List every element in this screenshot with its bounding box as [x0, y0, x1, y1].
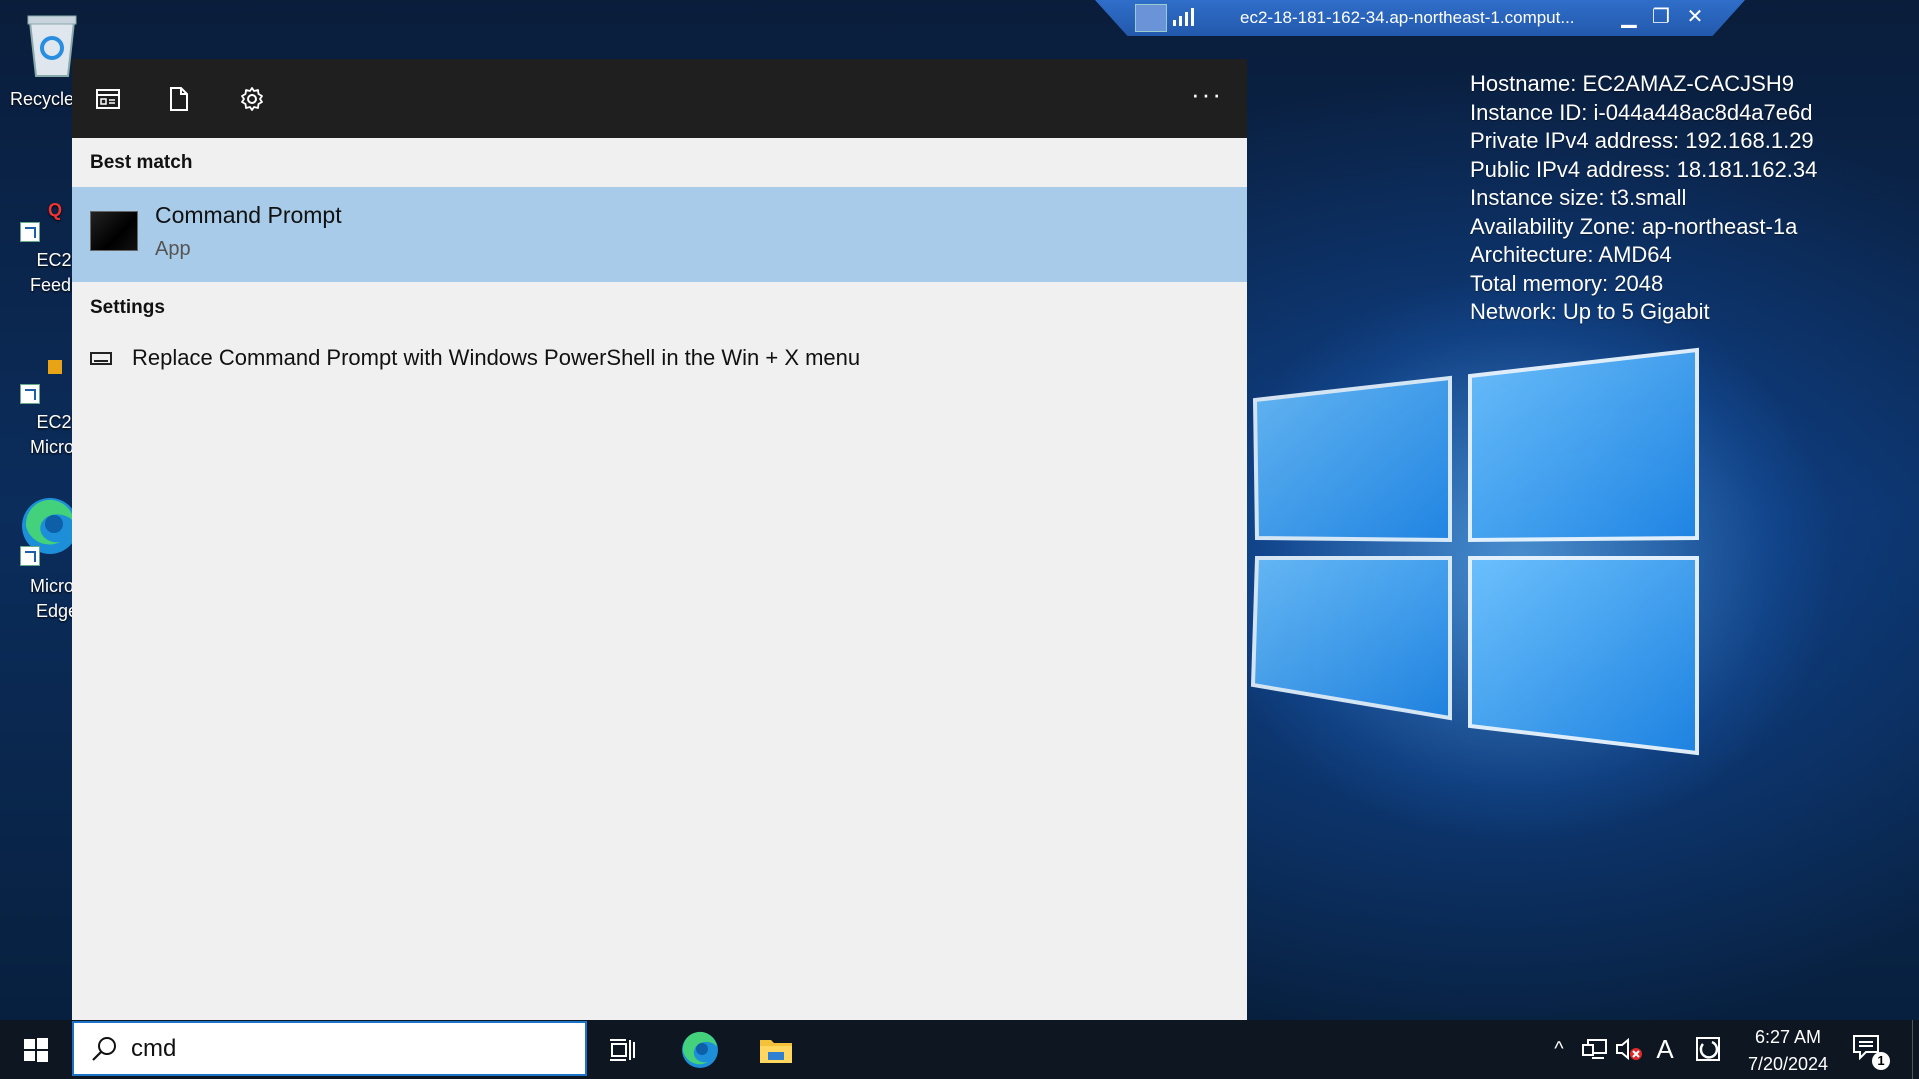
connection-signal-icon	[1173, 8, 1194, 26]
rdp-minimize-button[interactable]: ▁	[1615, 4, 1643, 30]
result-type: App	[155, 238, 191, 260]
system-info-overlay: Hostname: EC2AMAZ-CACJSH9 Instance ID: i…	[1470, 70, 1817, 327]
edge-taskbar-button[interactable]	[664, 1020, 736, 1079]
sysinfo-line: Instance size: t3.small	[1470, 185, 1687, 210]
network-icon	[1582, 1039, 1607, 1059]
desktop-icon-ec2-feedback[interactable]: Q EC2 Feedba	[0, 198, 92, 298]
taskbar: ^ A 6:27 AM 7/20/2024 1	[0, 1020, 1919, 1079]
desktop-icon-label: Micros	[30, 437, 83, 457]
task-view-button[interactable]	[588, 1020, 660, 1079]
sysinfo-line: Public IPv4 address: 18.181.162.34	[1470, 156, 1818, 182]
ec2-microsoft-shortcut-icon	[48, 360, 62, 374]
clock-date: 7/20/2024	[1747, 1054, 1829, 1074]
sysinfo-line: Availability Zone: ap-northeast-1a	[1470, 213, 1798, 239]
documents-filter-button[interactable]	[159, 79, 199, 119]
settings-filter-button[interactable]	[232, 79, 272, 119]
clock-time: 6:27 AM	[1754, 1027, 1822, 1047]
start-button[interactable]	[0, 1020, 72, 1079]
taskbar-setting-icon	[90, 352, 112, 365]
sysinfo-line: Total memory: 2048	[1470, 270, 1664, 296]
result-name: Command Prompt	[155, 202, 342, 228]
notification-count-badge: 1	[1872, 1052, 1890, 1070]
command-prompt-icon	[90, 211, 138, 251]
input-method-indicator[interactable]: A	[1650, 1034, 1680, 1064]
volume-tray-button[interactable]	[1614, 1034, 1644, 1064]
desktop-icon-label: Edge	[36, 601, 79, 621]
setting-result-replace-cmd[interactable]: Replace Command Prompt with Windows Powe…	[72, 331, 1247, 387]
shortcut-arrow-icon	[20, 546, 40, 566]
desktop-icon-label: EC2	[36, 250, 72, 270]
search-results-panel: ··· Best match Command Prompt App Settin…	[72, 59, 1247, 1020]
shortcut-arrow-icon	[20, 384, 40, 404]
pin-icon[interactable]	[1135, 4, 1167, 32]
file-explorer-icon	[760, 1039, 792, 1063]
task-view-icon	[610, 1038, 635, 1061]
sysinfo-line: Network: Up to 5 Gigabit	[1470, 299, 1710, 324]
apps-filter-icon	[96, 89, 120, 109]
taskbar-clock[interactable]: 6:27 AM 7/20/2024	[1720, 1024, 1856, 1078]
rdp-close-button[interactable]: ✕	[1681, 4, 1709, 30]
desktop-icon-label: Micros	[30, 576, 83, 596]
desktop-icon-label: Recycle	[10, 89, 75, 109]
taskbar-search-box[interactable]	[72, 1021, 587, 1076]
settings-heading: Settings	[90, 297, 165, 318]
clock-sync-tray-button[interactable]	[1693, 1034, 1723, 1064]
search-filter-toolbar: ···	[72, 59, 1247, 138]
shortcut-arrow-icon	[20, 222, 40, 242]
search-icon	[92, 1037, 116, 1061]
sysinfo-line: Instance ID: i-044a448ac8d4a7e6d	[1470, 99, 1813, 125]
show-hidden-icons-button[interactable]: ^	[1544, 1034, 1574, 1064]
settings-gear-icon	[241, 87, 263, 111]
ec2-feedback-shortcut-icon: Q	[48, 200, 63, 220]
rdp-connection-title: ec2-18-181-162-34.ap-northeast-1.comput.…	[1240, 8, 1575, 27]
volume-muted-icon	[1616, 1037, 1642, 1061]
best-match-heading: Best match	[90, 152, 193, 173]
action-center-button[interactable]: 1	[1852, 1034, 1892, 1070]
windows-logo-wallpaper	[1250, 347, 1699, 756]
sysinfo-line: Hostname: EC2AMAZ-CACJSH9	[1470, 71, 1794, 96]
desktop-icon-ec2-microsoft[interactable]: EC2 Micros	[0, 360, 83, 460]
desktop-icon-label: Feedba	[30, 275, 92, 295]
desktop-icon-label: EC2	[36, 412, 72, 432]
clock-sync-icon	[1696, 1037, 1720, 1061]
more-options-button[interactable]: ···	[1187, 79, 1227, 119]
rdp-restore-button[interactable]: ❐	[1647, 4, 1675, 30]
search-input[interactable]	[131, 1031, 561, 1067]
desktop-icon-recycle-bin[interactable]: Recycle	[0, 10, 77, 112]
documents-filter-icon	[170, 87, 188, 111]
file-explorer-taskbar-button[interactable]	[740, 1020, 812, 1079]
sysinfo-line: Private IPv4 address: 192.168.1.29	[1470, 128, 1814, 153]
desktop-icon-microsoft-edge[interactable]: Micros Edge	[0, 490, 83, 624]
sysinfo-line: Architecture: AMD64	[1470, 242, 1672, 267]
show-desktop-button[interactable]	[1912, 1020, 1919, 1079]
setting-result-label: Replace Command Prompt with Windows Powe…	[132, 345, 861, 370]
microsoft-edge-icon	[682, 1031, 718, 1068]
remote-desktop-connection-bar[interactable]: ec2-18-181-162-34.ap-northeast-1.comput.…	[1095, 0, 1745, 36]
best-match-command-prompt[interactable]: Command Prompt App	[72, 187, 1247, 282]
apps-filter-button[interactable]	[88, 79, 128, 119]
network-tray-button[interactable]	[1580, 1034, 1610, 1064]
windows-start-icon	[24, 1037, 48, 1062]
